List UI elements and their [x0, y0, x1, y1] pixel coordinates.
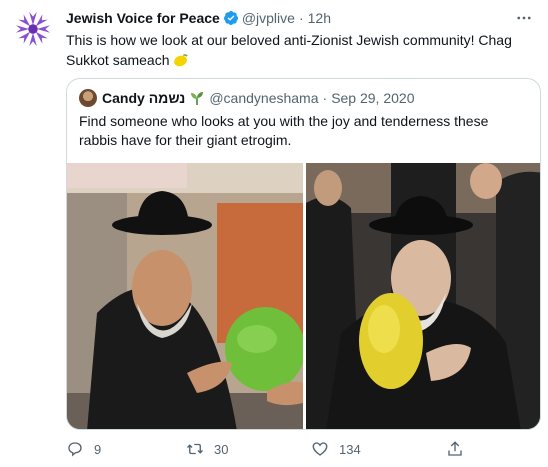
retweet-count: 30	[214, 441, 229, 457]
tweet-header: Jewish Voice for Peace @jvplive · 12h	[66, 8, 331, 28]
share-icon	[448, 441, 462, 456]
tweet-actions-bar: 9 30 134	[66, 438, 476, 460]
photo-rabbi-green-etrog[interactable]	[67, 163, 304, 429]
quoted-tweet-media	[67, 163, 540, 429]
separator-dot: ·	[298, 10, 304, 26]
reply-icon	[68, 442, 82, 457]
tweet-text: This is how we look at our beloved anti-…	[66, 30, 526, 70]
tweet[interactable]: Jewish Voice for Peace @jvplive · 12h Th…	[0, 0, 548, 467]
tweet-text-content: This is how we look at our beloved anti-…	[66, 32, 512, 68]
quoted-author-display-name: Candy נשמה	[102, 90, 186, 106]
jvp-logo-avatar[interactable]	[12, 8, 54, 50]
like-count: 134	[339, 441, 361, 457]
photo-rabbi-holding-yellow-etrog-icon	[305, 163, 540, 429]
verified-badge-icon	[223, 10, 239, 26]
photo-rabbi-holding-green-etrog-icon	[67, 163, 304, 429]
quoted-tweet-header: Candy נשמה @candyneshama · Sep 29, 2020	[79, 89, 414, 107]
reply-button[interactable]: 9	[66, 438, 101, 460]
quoted-author-avatar[interactable]	[79, 89, 97, 107]
more-options-icon[interactable]	[514, 8, 534, 28]
like-button[interactable]: 134	[311, 438, 361, 460]
retweet-icon	[187, 443, 203, 455]
quoted-tweet-text: Find someone who looks at you with the j…	[79, 113, 489, 148]
quoted-tweet-card[interactable]: Candy נשמה @candyneshama · Sep 29, 2020 …	[66, 78, 541, 430]
seedling-emoji-icon	[189, 90, 205, 106]
quoted-author-handle: @candyneshama	[209, 90, 319, 106]
retweet-button[interactable]: 30	[186, 438, 228, 460]
purple-flower-logo-icon	[15, 11, 51, 47]
tweet-timestamp[interactable]: 12h	[308, 10, 331, 26]
share-button[interactable]	[446, 438, 464, 460]
lemon-emoji-icon	[173, 52, 189, 67]
reply-count: 9	[94, 441, 102, 457]
heart-icon	[312, 442, 328, 456]
author-handle[interactable]: @jvplive	[242, 10, 295, 26]
quoted-tweet-date: Sep 29, 2020	[331, 90, 415, 106]
separator-dot: ·	[322, 90, 328, 106]
author-display-name[interactable]: Jewish Voice for Peace	[66, 10, 220, 26]
photo-rabbi-yellow-etrog[interactable]	[305, 163, 540, 429]
